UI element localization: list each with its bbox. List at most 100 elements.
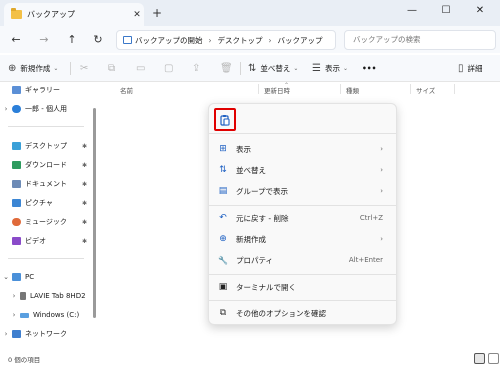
sidebar-item-label: ギャラリー	[25, 86, 60, 94]
sidebar-item-label: LAVIE Tab 8HD2	[30, 292, 86, 300]
menu-divider	[209, 133, 396, 134]
pin-icon: ✱	[82, 199, 88, 207]
menu-item-sort[interactable]: ⇅ 並べ替え ›	[213, 161, 393, 179]
sidebar-item-pictures[interactable]: ピクチャ ✱	[0, 195, 92, 211]
menu-item-label: 元に戻す - 削除	[236, 213, 289, 223]
menu-item-label: その他のオプションを確認	[236, 308, 326, 318]
chevron-down-icon[interactable]: ⌄	[0, 273, 12, 281]
back-button[interactable]: ←	[8, 32, 24, 48]
column-divider[interactable]	[340, 84, 341, 94]
paste-icon: ▭	[136, 63, 146, 74]
share-button[interactable]: ⇪	[192, 55, 200, 82]
share-icon: ⇪	[192, 63, 201, 74]
breadcrumb-separator: ›	[268, 35, 272, 45]
column-header-type[interactable]: 種類	[346, 85, 359, 95]
sidebar-scrollbar[interactable]	[93, 108, 96, 318]
shortcut-label: Alt+Enter	[348, 256, 383, 264]
sidebar-item-documents[interactable]: ドキュメント ✱	[0, 176, 92, 192]
more-options-icon: ⧉	[219, 308, 227, 318]
sidebar-item-gallery[interactable]: ギャラリー	[0, 82, 92, 98]
status-bar: 0 個の項目	[0, 352, 500, 366]
sort-icon: ⇅	[248, 63, 257, 74]
new-button[interactable]: ⊕ 新規作成 ⌄	[8, 55, 58, 82]
breadcrumb-item[interactable]: デスクトップ	[218, 35, 263, 46]
details-view-button[interactable]	[474, 353, 485, 364]
menu-item-label: 表示	[236, 144, 251, 154]
details-label: 詳細	[467, 64, 483, 73]
pin-icon: ✱	[82, 237, 88, 245]
menu-item-undo-delete[interactable]: ↶ 元に戻す - 削除 Ctrl+Z	[213, 209, 393, 227]
grid-icon: ⊞	[219, 144, 227, 154]
column-divider[interactable]	[258, 84, 259, 94]
menu-item-open-terminal[interactable]: ▣ ターミナルで開く	[213, 278, 393, 296]
chevron-down-icon: ⌄	[53, 65, 59, 72]
menu-item-label: 新規作成	[236, 234, 266, 244]
breadcrumb-item[interactable]: バックアップの開始	[135, 35, 203, 46]
sidebar-item-videos[interactable]: ビデオ ✱	[0, 233, 92, 249]
rename-button[interactable]: ▢	[164, 55, 173, 82]
plus-icon: ⊕	[8, 63, 17, 74]
column-divider[interactable]	[410, 84, 411, 94]
details-button[interactable]: ▯ 詳細	[458, 55, 483, 82]
sidebar-item-onedrive[interactable]: › 一郎 - 個人用	[0, 101, 92, 117]
paste-button[interactable]	[214, 108, 236, 131]
sidebar-item-label: Windows (C:)	[33, 311, 80, 319]
chevron-right-icon[interactable]: ›	[8, 311, 20, 319]
sidebar-item-music[interactable]: ミュージック ✱	[0, 214, 92, 230]
toolbar-divider	[70, 62, 71, 75]
chevron-right-icon[interactable]: ›	[0, 330, 12, 338]
column-header-modified[interactable]: 更新日時	[264, 85, 290, 95]
menu-item-more-options[interactable]: ⧉ その他のオプションを確認	[213, 304, 393, 322]
menu-divider	[209, 274, 396, 275]
chevron-right-icon[interactable]: ›	[0, 105, 12, 113]
refresh-button[interactable]: ↻	[90, 32, 106, 48]
menu-item-group-by[interactable]: ▤ グループで表示 ›	[213, 182, 393, 200]
new-tab-button[interactable]: +	[150, 6, 164, 20]
undo-icon: ↶	[219, 213, 227, 223]
sort-icon: ⇅	[219, 165, 227, 175]
address-bar[interactable]: バックアップの開始 › デスクトップ › バックアップ	[116, 30, 336, 50]
sidebar-item-label: ネットワーク	[25, 330, 67, 338]
sidebar-item-pc[interactable]: ⌄ PC	[0, 269, 92, 285]
search-input[interactable]: バックアップの検索	[344, 30, 496, 50]
menu-divider	[209, 300, 396, 301]
sort-button[interactable]: ⇅ 並べ替え ⌄	[248, 55, 298, 82]
tab-backup[interactable]: バックアップ ✕	[4, 3, 144, 26]
sidebar-item-lavie-tab[interactable]: › LAVIE Tab 8HD2	[0, 288, 92, 304]
tablet-icon	[20, 292, 26, 300]
sidebar-item-label: ピクチャ	[25, 199, 53, 207]
sidebar-item-network[interactable]: › ネットワーク	[0, 326, 92, 342]
minimize-button[interactable]: —	[396, 0, 428, 26]
maximize-button[interactable]: ☐	[430, 0, 462, 26]
menu-item-properties[interactable]: 🔧 プロパティ Alt+Enter	[213, 251, 393, 269]
sidebar-item-desktop[interactable]: デスクトップ ✱	[0, 138, 92, 154]
up-button[interactable]: ↑	[64, 32, 80, 48]
music-icon	[12, 218, 21, 226]
details-pane-icon: ▯	[458, 63, 464, 74]
tab-close-icon[interactable]: ✕	[130, 10, 144, 20]
menu-item-view[interactable]: ⊞ 表示 ›	[213, 140, 393, 158]
menu-item-label: 並べ替え	[236, 165, 266, 175]
column-header-name[interactable]: 名前	[120, 85, 133, 95]
sidebar-item-windows-c[interactable]: › Windows (C:)	[0, 307, 92, 323]
cut-button[interactable]: ✂	[80, 55, 88, 82]
column-headers: 名前 ⌃ 更新日時 種類 サイズ	[100, 82, 500, 96]
paste-button[interactable]: ▭	[136, 55, 145, 82]
column-header-size[interactable]: サイズ	[416, 85, 435, 95]
chevron-right-icon: ›	[380, 187, 383, 195]
chevron-right-icon[interactable]: ›	[8, 292, 20, 300]
view-button[interactable]: ☰ 表示 ⌄	[312, 55, 348, 82]
copy-button[interactable]: ⧉	[108, 55, 115, 82]
sidebar-item-downloads[interactable]: ダウンロード ✱	[0, 157, 92, 173]
tiles-view-button[interactable]	[488, 353, 499, 364]
breadcrumb-item[interactable]: バックアップ	[278, 35, 323, 46]
close-button[interactable]: ✕	[464, 0, 496, 26]
forward-button[interactable]: →	[36, 32, 52, 48]
pc-icon	[123, 36, 132, 44]
menu-item-new[interactable]: ⊕ 新規作成 ›	[213, 230, 393, 248]
more-button[interactable]: •••	[362, 55, 376, 82]
column-divider[interactable]	[454, 84, 455, 94]
delete-button[interactable]: 🗑	[220, 55, 233, 82]
breadcrumb-separator: ›	[208, 35, 212, 45]
tab-title: バックアップ	[27, 10, 75, 19]
